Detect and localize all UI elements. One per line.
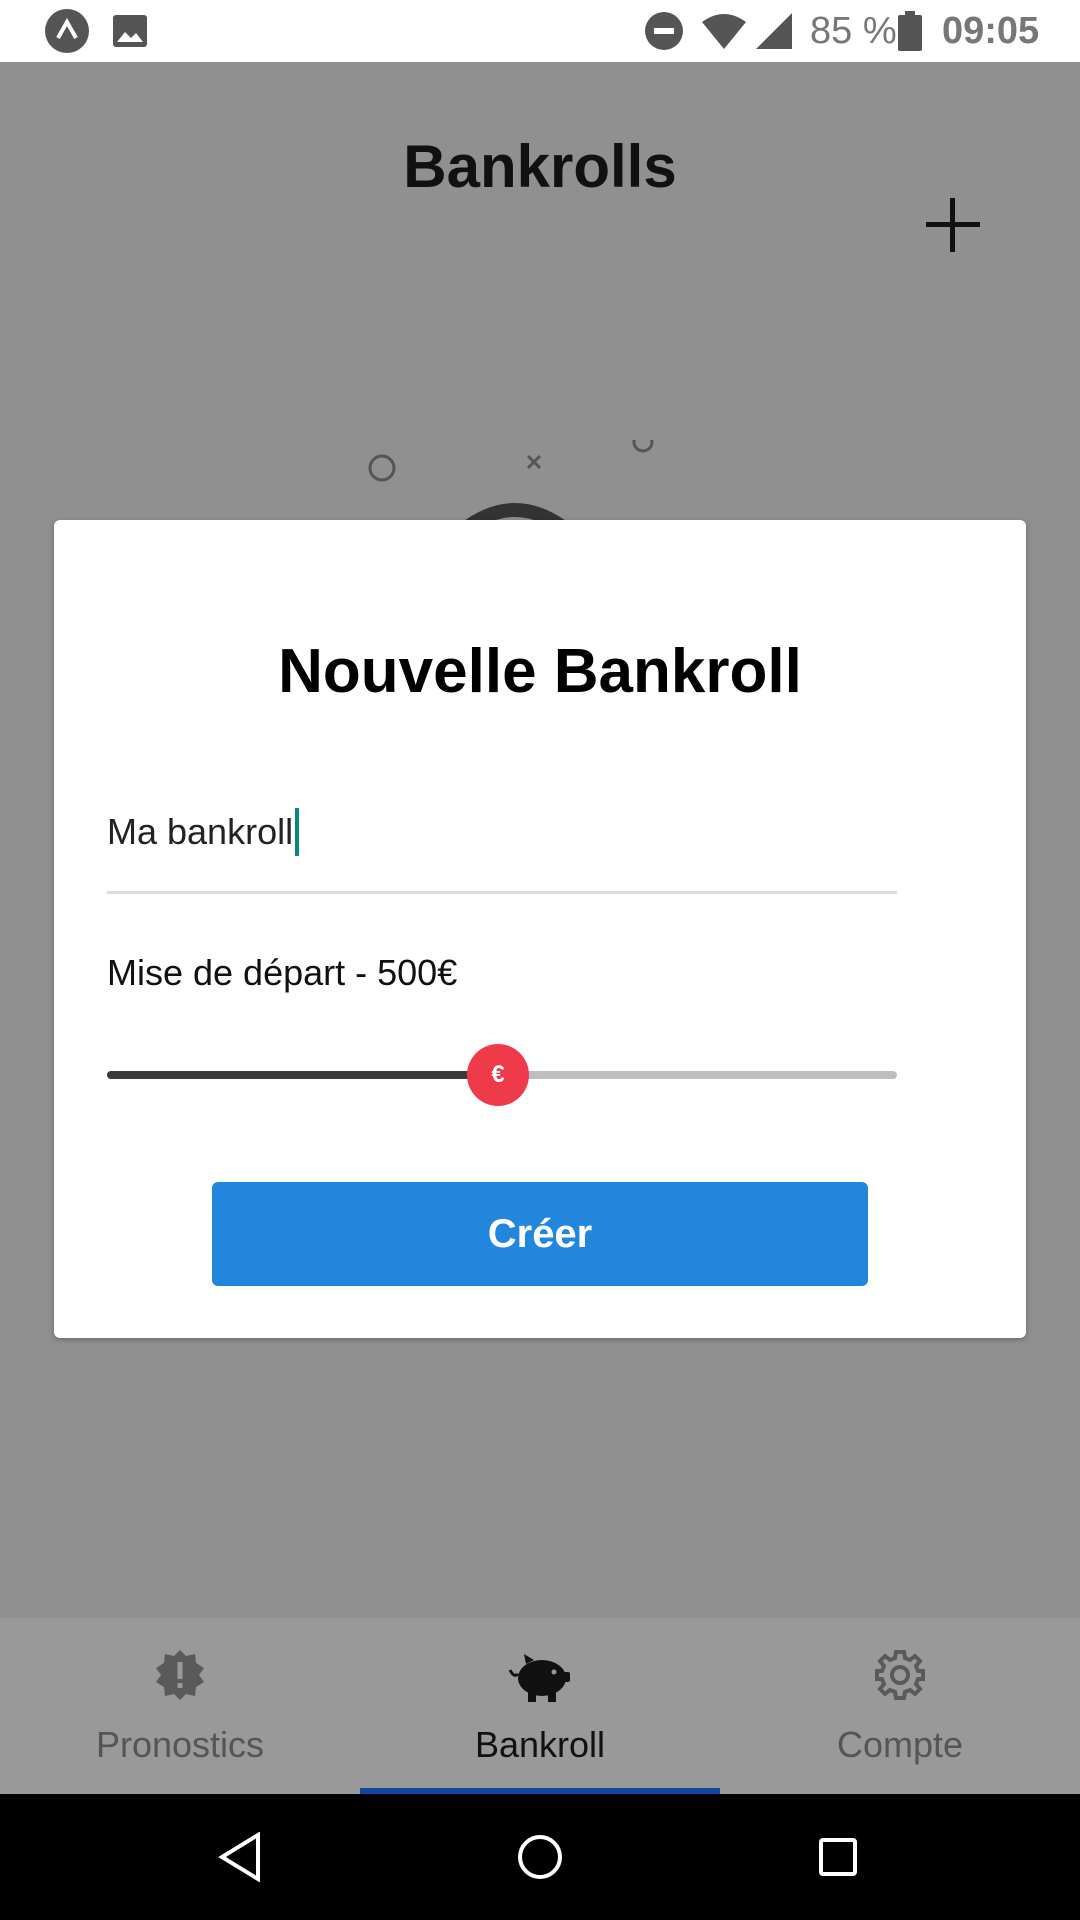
tab-compte[interactable]: Compte (720, 1618, 1080, 1794)
battery-icon (898, 0, 922, 62)
system-nav-bar (0, 1794, 1080, 1920)
tab-label: Pronostics (95, 1724, 265, 1765)
starting-stake-label: Mise de départ - 500€ (107, 952, 458, 993)
home-icon[interactable] (480, 1794, 600, 1920)
slider-thumb[interactable]: € (467, 1044, 529, 1106)
slider-fill (107, 1071, 498, 1079)
clock: 09:05 (942, 9, 1040, 52)
bottom-tab-bar: Pronostics Bankroll Compte (0, 1618, 1080, 1794)
alert-badge-icon (0, 1648, 360, 1708)
tab-label: Bankroll (474, 1724, 606, 1765)
app-icon (44, 0, 90, 62)
euro-icon: € (491, 1061, 505, 1088)
text-cursor (295, 807, 300, 856)
wifi-icon (700, 0, 748, 62)
tab-bankroll[interactable]: Bankroll (360, 1618, 720, 1794)
add-bankroll-button[interactable] (918, 190, 988, 260)
recent-apps-icon[interactable] (778, 1794, 898, 1920)
bankroll-name-input[interactable]: Ma bankroll (107, 772, 897, 894)
signal-icon (754, 0, 794, 62)
piggy-bank-icon (360, 1648, 720, 1708)
app-header: Bankrolls (0, 62, 1080, 272)
create-button[interactable]: Créer (212, 1182, 868, 1286)
gear-icon (720, 1648, 1080, 1708)
battery-percent: 85 % (810, 9, 897, 52)
image-icon (112, 0, 148, 62)
status-bar: 85 % 09:05 (0, 0, 1080, 62)
do-not-disturb-icon (644, 0, 684, 62)
tab-pronostics[interactable]: Pronostics (0, 1618, 360, 1794)
new-bankroll-dialog: Nouvelle Bankroll Ma bankroll Mise de dé… (54, 520, 1026, 1338)
plus-icon (918, 198, 988, 264)
dialog-title: Nouvelle Bankroll (278, 637, 802, 706)
tab-label: Compte (836, 1724, 964, 1765)
back-icon[interactable] (180, 1794, 300, 1920)
bankroll-name-value: Ma bankroll (107, 810, 294, 852)
starting-stake-slider[interactable]: € (107, 1040, 897, 1110)
